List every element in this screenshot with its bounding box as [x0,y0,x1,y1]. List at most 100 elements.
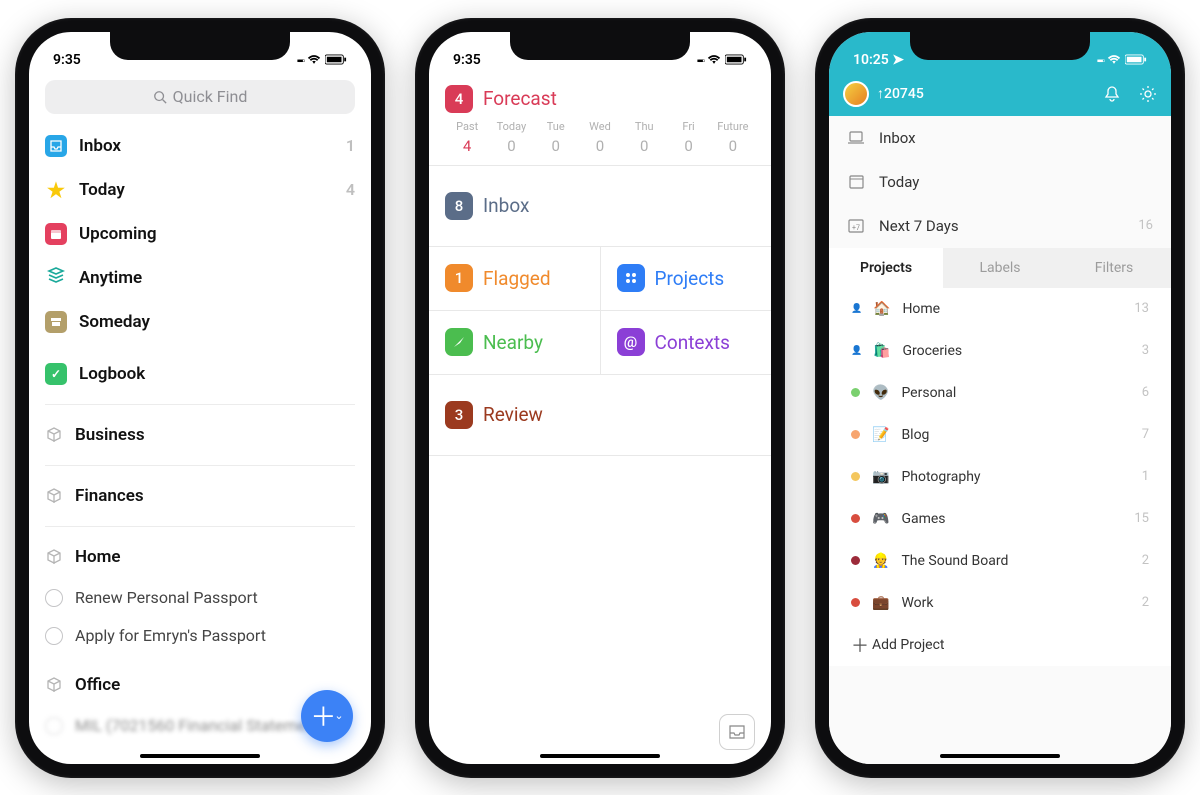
signal-icon [1097,52,1103,68]
project-label: Photography [901,469,980,485]
bell-icon[interactable] [1103,85,1121,103]
home-indicator[interactable] [540,754,660,758]
day-tue[interactable]: Tue0 [534,120,578,155]
project-home[interactable]: 👤 🏠 Home 13 [829,288,1171,330]
svg-text:+7: +7 [852,224,860,232]
nav-inbox[interactable]: Inbox [829,116,1171,160]
signal-icon [697,52,703,68]
day-thu[interactable]: Thu0 [622,120,666,155]
tab-projects[interactable]: Projects [829,248,943,288]
day-past[interactable]: Past4 [445,120,489,155]
nav-today[interactable]: ★ Today 4 [45,168,355,212]
karma-score[interactable]: ↑20745 [877,85,924,102]
perspective-contexts[interactable]: @ Contexts [601,311,772,375]
project-emoji: 👷 [872,553,889,569]
wifi-icon [307,54,321,65]
home-indicator[interactable] [140,754,260,758]
search-bar[interactable]: Quick Find [45,80,355,114]
perspective-forecast[interactable]: 4 Forecast Past4 Today0 Tue0 Wed0 Thu0 F… [429,72,771,166]
project-label: Groceries [902,343,962,359]
project-count: 15 [1134,511,1149,526]
nav-anytime[interactable]: Anytime [45,256,355,300]
divider [45,465,355,466]
flagged-label: Flagged [483,267,551,290]
task-row[interactable]: Apply for Emryn's Passport [45,617,355,655]
project-count: 13 [1134,301,1149,316]
tab-filters[interactable]: Filters [1057,248,1171,288]
stack-icon [45,265,67,290]
nav-label: Someday [79,312,150,332]
add-task-button[interactable]: ＋⌄ [301,690,353,742]
task-row[interactable]: Renew Personal Passport [45,579,355,617]
nav-someday[interactable]: Someday [45,300,355,344]
project-work[interactable]: 💼 Work 2 [829,582,1171,624]
perspective-review[interactable]: 3 Review [429,375,771,456]
project-label: Work [901,595,933,611]
project-color-dot [851,430,860,439]
calendar-icon [847,173,865,191]
perspective-nearby[interactable]: Nearby [429,311,601,375]
project-color-dot [851,598,860,607]
project-games[interactable]: 🎮 Games 15 [829,498,1171,540]
project-color-dot [851,472,860,481]
day-fri[interactable]: Fri0 [666,120,710,155]
nav-inbox[interactable]: Inbox 1 [45,124,355,168]
wifi-icon [707,54,721,65]
project-count: 1 [1142,469,1149,484]
search-placeholder: Quick Find [173,87,248,106]
nav-label: Anytime [79,268,142,288]
nav-next7[interactable]: +7 Next 7 Days 16 [829,204,1171,248]
area-business[interactable]: Business [45,413,355,457]
day-wed[interactable]: Wed0 [578,120,622,155]
perspective-projects[interactable]: Projects [601,247,772,311]
day-future[interactable]: Future0 [711,120,755,155]
inbox-label: Inbox [483,194,529,217]
contexts-label: Contexts [655,331,730,354]
nav-today[interactable]: Today [829,160,1171,204]
day-today[interactable]: Today0 [489,120,533,155]
status-time: 9:35 [453,52,481,68]
project-groceries[interactable]: 👤 🛍️ Groceries 3 [829,330,1171,372]
project-emoji: 🎮 [872,511,889,527]
perspective-flagged[interactable]: 1 Flagged [429,247,601,311]
projects-label: Projects [655,267,725,290]
area-finances[interactable]: Finances [45,474,355,518]
gear-icon[interactable] [1139,85,1157,103]
app-header: ↑20745 [829,72,1171,116]
nearby-label: Nearby [483,331,543,354]
nav-count: 1 [346,136,355,155]
project-blog[interactable]: 📝 Blog 7 [829,414,1171,456]
add-project-label: Add Project [872,637,945,653]
area-label: Business [75,425,145,445]
project-soundboard[interactable]: 👷 The Sound Board 2 [829,540,1171,582]
project-count: 6 [1142,385,1149,400]
nav-count: 16 [1138,218,1153,233]
area-home[interactable]: Home [45,535,355,579]
search-icon [153,90,167,104]
cube-icon [45,426,63,444]
nav-upcoming[interactable]: Upcoming [45,212,355,256]
nav-label: Next 7 Days [879,217,959,235]
device-things: 9:35 Quick Find Inbox 1 ★ Today [15,18,385,778]
cube-icon [45,487,63,505]
home-indicator[interactable] [940,754,1060,758]
circle-icon [45,627,63,645]
nav-logbook[interactable]: ✓ Logbook [45,352,355,396]
tab-labels[interactable]: Labels [943,248,1057,288]
inbox-tray-button[interactable] [719,714,755,750]
project-label: Personal [901,385,956,401]
device-notch [110,32,290,60]
project-photography[interactable]: 📷 Photography 1 [829,456,1171,498]
add-project-button[interactable]: ＋ Add Project [829,624,1171,666]
nav-count: 4 [346,180,355,199]
perspective-inbox[interactable]: 8 Inbox [429,166,771,247]
project-emoji: 💼 [872,595,889,611]
project-color-dot [851,556,860,565]
project-personal[interactable]: 👽 Personal 6 [829,372,1171,414]
avatar[interactable] [843,81,869,107]
circle-icon [45,717,63,735]
area-label: Office [75,675,120,695]
project-tabs: Projects Labels Filters [829,248,1171,288]
circle-icon [45,589,63,607]
nav-label: Today [79,180,125,200]
